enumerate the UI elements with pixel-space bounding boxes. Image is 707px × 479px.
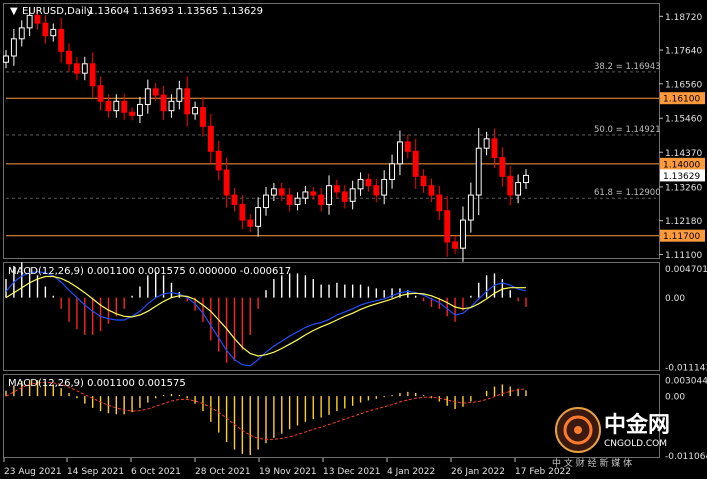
- date-tick-label: 14 Sep 2021: [67, 467, 124, 477]
- watermark-domain: CNGOLD.COM: [604, 439, 667, 449]
- price-tick-label: 1.14370: [665, 149, 702, 159]
- price-tag-label: 1.11700: [663, 232, 700, 242]
- date-tick-label: 4 Jan 2022: [387, 467, 435, 477]
- symbol-arrow-icon[interactable]: ▼: [10, 6, 18, 17]
- macd-label-2: MACD(12,26,9) 0.001100 0.001575: [8, 378, 186, 389]
- macd-tick-label: -0.011064: [665, 452, 707, 462]
- price-tick-label: 1.11100: [665, 251, 702, 261]
- macd-tick-label: 0.00: [665, 294, 685, 304]
- macd-tick-label: 0.00: [665, 393, 685, 403]
- price-tick-label: 1.18720: [665, 13, 702, 23]
- watermark-tagline: 中 文 财 经 新 媒 体: [552, 457, 632, 469]
- date-tick-label: 28 Oct 2021: [195, 467, 251, 477]
- fib-level-label: 50.0 = 1.14921: [594, 125, 661, 135]
- price-tick-label: 1.12180: [665, 217, 702, 227]
- macd-label-1: MACD(12,26,9) 0.001100 0.001575 0.000000…: [8, 266, 291, 277]
- price-tag-label: 1.13629: [663, 172, 700, 182]
- price-tag: 1.13629: [660, 169, 705, 182]
- fib-level-label: 61.8 = 1.12900: [594, 188, 661, 198]
- date-tick-label: 13 Dec 2021: [323, 467, 381, 477]
- date-tick-label: 6 Oct 2021: [131, 467, 181, 477]
- price-tick-label: 1.15460: [665, 115, 702, 125]
- watermark-brand: 中金网: [604, 412, 670, 438]
- date-tick-label: 19 Nov 2021: [259, 467, 317, 477]
- price-tag: 1.16100: [660, 92, 705, 105]
- chart-header: ▼ EURUSD,Daily 1.13604 1.13693 1.13565 1…: [10, 6, 263, 17]
- price-tag: 1.14000: [660, 157, 705, 170]
- price-tag: 1.11700: [660, 229, 705, 242]
- date-tick-label: 26 Jan 2022: [451, 467, 505, 477]
- price-tag-label: 1.14000: [663, 160, 700, 170]
- price-tick-label: 1.17640: [665, 47, 702, 57]
- price-tick-label: 1.16560: [665, 80, 702, 90]
- macd-tick-label: 0.003044: [665, 376, 707, 386]
- price-tag-label: 1.16100: [663, 95, 700, 105]
- chart-window: 38.2 = 1.16943 50.0 = 1.14921 61.8 = 1.129…: [0, 0, 707, 479]
- chart-title: EURUSD,Daily: [22, 6, 93, 17]
- date-tick-label: 23 Aug 2021: [4, 467, 62, 477]
- macd-tick-label: 0.004701: [665, 265, 707, 275]
- fib-level-label: 38.2 = 1.16943: [594, 62, 661, 72]
- macd-tick-label: -0.011143: [665, 363, 707, 373]
- price-tick-label: 1.13260: [665, 183, 702, 193]
- ohlc-readout: 1.13604 1.13693 1.13565 1.13629: [88, 6, 263, 17]
